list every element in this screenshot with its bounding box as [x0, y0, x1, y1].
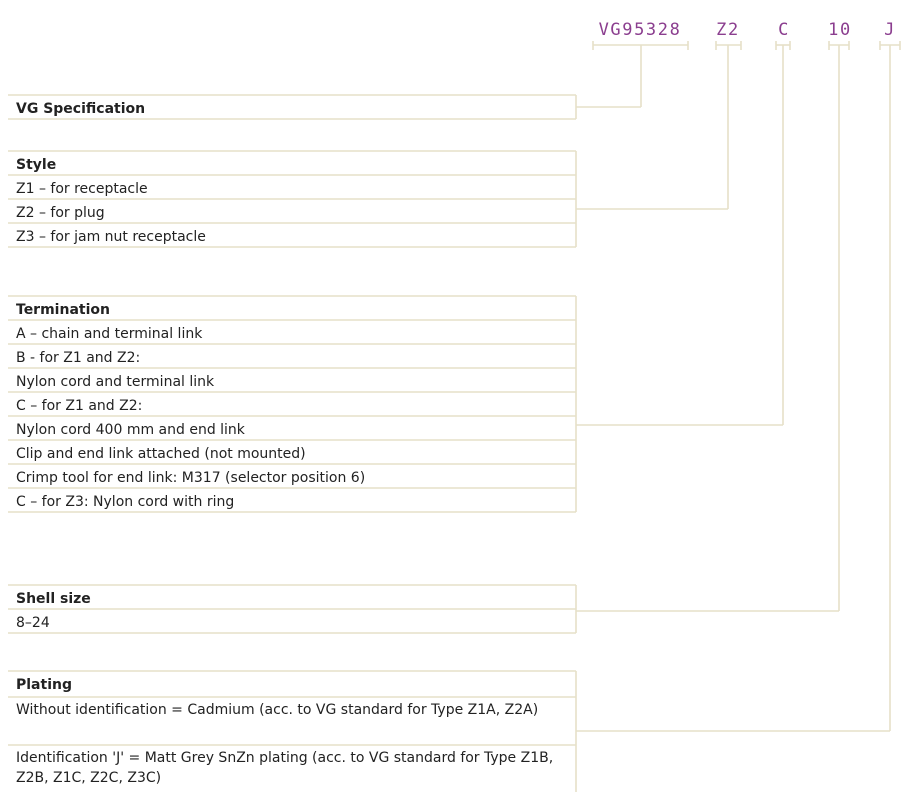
code-segment-spec: VG95328: [598, 20, 682, 40]
code-segment-shell-size: 10: [828, 20, 852, 40]
termination-row: Clip and end link attached (not mounted): [16, 446, 306, 462]
termination-row: Nylon cord 400 mm and end link: [16, 422, 245, 438]
plating-row: Without identification = Cadmium (acc. t…: [16, 702, 539, 718]
group-spec-title: VG Specification: [16, 101, 146, 117]
termination-row: A – chain and terminal link: [16, 326, 203, 342]
code-segment-plating: J: [884, 20, 896, 40]
code-segment-style: Z2: [716, 20, 740, 40]
termination-row: Nylon cord and terminal link: [16, 374, 215, 390]
termination-row: C – for Z1 and Z2:: [16, 398, 143, 414]
group-termination-title: Termination: [16, 302, 110, 318]
style-row: Z1 – for receptacle: [16, 181, 148, 197]
termination-row: Crimp tool for end link: M317 (selector …: [16, 470, 366, 486]
code-segment-termination: C: [778, 20, 790, 40]
style-row: Z3 – for jam nut receptacle: [16, 229, 206, 245]
group-shell-size-title: Shell size: [16, 591, 91, 607]
group-style-title: Style: [16, 157, 57, 173]
termination-row: C – for Z3: Nylon cord with ring: [16, 494, 235, 510]
plating-row: Identification 'J' = Matt Grey SnZn plat…: [16, 750, 554, 786]
termination-row: B - for Z1 and Z2:: [16, 350, 141, 366]
group-plating-title: Plating: [16, 677, 72, 693]
style-row: Z2 – for plug: [16, 205, 105, 221]
shell-size-row: 8–24: [16, 615, 50, 631]
